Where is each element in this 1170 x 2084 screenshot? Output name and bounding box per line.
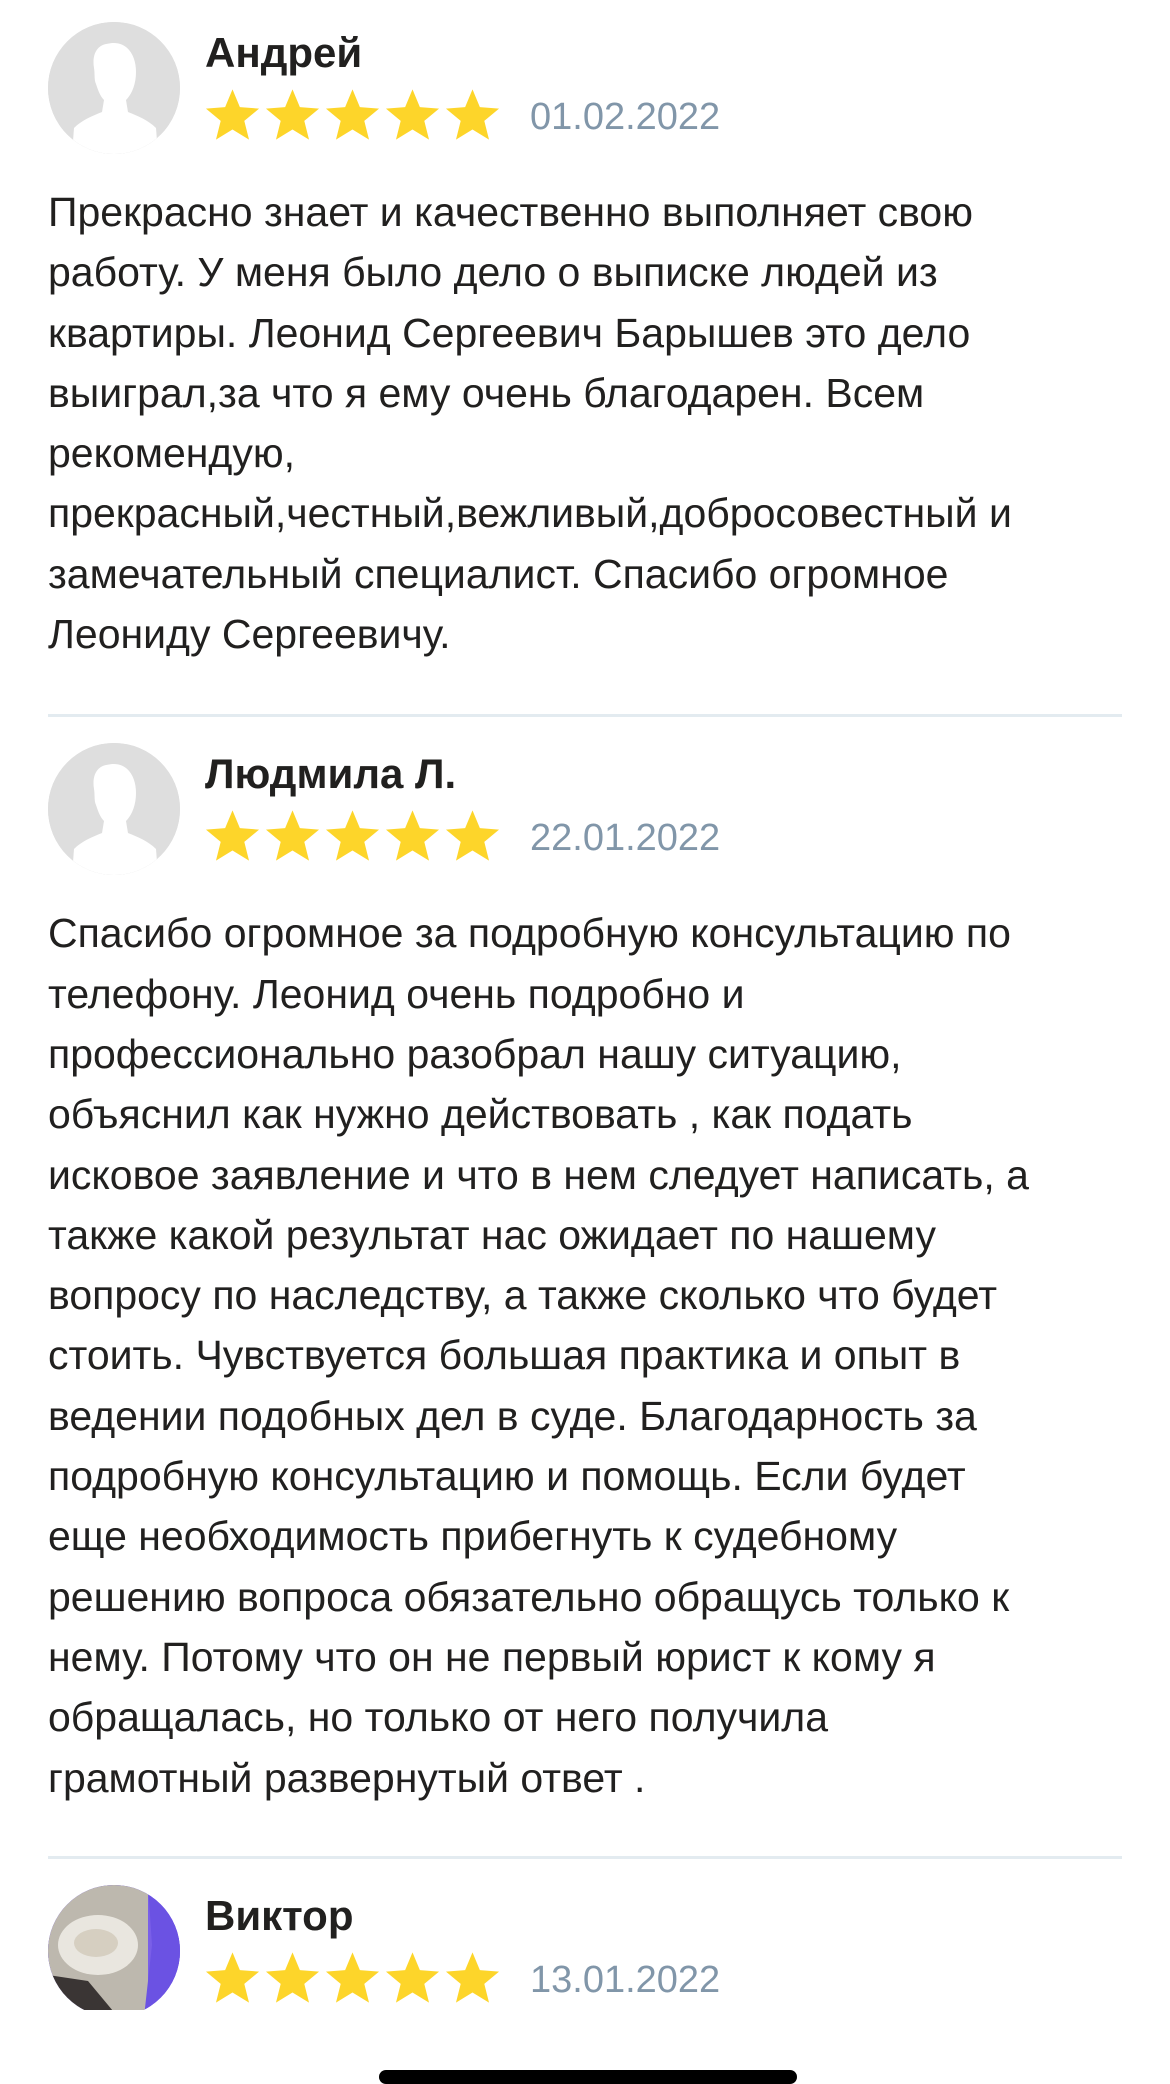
review-header: Людмила Л. 22.01.2022 (48, 721, 1122, 876)
default-person-icon (48, 22, 180, 154)
star-icon (265, 1952, 320, 2003)
star-icon (445, 1952, 500, 2003)
review-date: 22.01.2022 (530, 817, 721, 860)
star-icon (265, 89, 320, 140)
home-indicator[interactable] (379, 2070, 797, 2084)
review-date: 01.02.2022 (530, 96, 721, 138)
review-text-line: телефону. Леонид очень подробно и (48, 970, 745, 1017)
default-person-icon (48, 743, 180, 876)
review-text-line: решению вопроса обязательно обращусь тол… (48, 1573, 1010, 1620)
star-rating (203, 1949, 502, 2009)
star-icon (205, 810, 260, 861)
review-text-line: обращалась, но только от него получила (48, 1694, 829, 1741)
star-icon (385, 89, 440, 140)
star-icon (205, 1952, 260, 2003)
avatar[interactable] (48, 22, 180, 154)
author-name[interactable]: Андрей (205, 28, 362, 78)
user-photo (48, 1884, 180, 2010)
review-text-line: ведении подобных дел в суде. Благодарнос… (48, 1392, 977, 1439)
review-text-line: исковое заявление и что в нем следует на… (48, 1151, 1029, 1198)
review-text-line: Леониду Сергеевичу. (48, 611, 451, 658)
star-rating (203, 86, 502, 146)
review-text-line: вопросу по наследству, а также сколько ч… (48, 1272, 998, 1319)
author-name[interactable]: Виктор (205, 1891, 354, 1941)
review-text-line: стоить. Чувствуется большая практика и о… (48, 1332, 961, 1379)
star-icon (385, 1952, 440, 2003)
review-card: Виктор 13.01.2022 (0, 1863, 1170, 2010)
divider (48, 714, 1122, 718)
review-header: Андрей 01.02.2022 (48, 0, 1122, 154)
review-text-line: работу. У меня было дело о выписке людей… (48, 249, 938, 296)
review-text-line: грамотный развернутый ответ . (48, 1754, 646, 1801)
review-text-line: выиграл,за что я ему очень благодарен. В… (48, 369, 925, 416)
star-icon (385, 810, 440, 861)
author-name[interactable]: Людмила Л. (205, 749, 456, 799)
avatar[interactable] (48, 1884, 180, 2010)
review-text-line: Прекрасно знает и качественно выполняет … (48, 189, 973, 235)
star-icon (205, 89, 260, 140)
review-text-line: прекрасный,честный,вежливый,добросовестн… (48, 490, 1012, 537)
star-icon (445, 89, 500, 140)
review-text: Спасибо огромное за подробную консультац… (48, 903, 1122, 1807)
star-icon (265, 810, 320, 861)
star-icon (325, 89, 380, 140)
review-text-line: нему. Потому что он не первый юрист к ко… (48, 1633, 936, 1680)
review-text-line: Спасибо огромное за подробную консультац… (48, 910, 1011, 957)
divider (48, 1855, 1122, 1859)
review-text-line: замечательный специалист. Спасибо огромн… (48, 550, 949, 597)
avatar[interactable] (48, 743, 180, 876)
review-card: Андрей 01.02.2022 Прекрасно знает и каче… (0, 0, 1170, 664)
star-rating (203, 807, 502, 867)
star-icon (325, 810, 380, 861)
star-icon (445, 810, 500, 861)
reviews-list: Андрей 01.02.2022 Прекрасно знает и каче… (0, 0, 1170, 2010)
review-date: 13.01.2022 (530, 1958, 721, 2001)
review-text-line: рекомендую, (48, 430, 296, 477)
review-text-line: также какой результат нас ожидает по наш… (48, 1211, 936, 1258)
review-header: Виктор 13.01.2022 (48, 1863, 1122, 2010)
star-icon (325, 1952, 380, 2003)
review-text-line: квартиры. Леонид Сергеевич Барышев это д… (48, 309, 971, 356)
review-text-line: объяснил как нужно действовать , как под… (48, 1091, 913, 1138)
review-text: Прекрасно знает и качественно выполняет … (48, 182, 1122, 664)
review-card: Людмила Л. 22.01.2022 Спасибо огромное з… (0, 721, 1170, 1807)
review-text-line: подробную консультацию и помощь. Если бу… (48, 1453, 966, 1500)
review-text-line: профессионально разобрал нашу ситуацию, (48, 1030, 902, 1077)
review-text-line: еще необходимость прибегнуть к судебному (48, 1513, 898, 1560)
